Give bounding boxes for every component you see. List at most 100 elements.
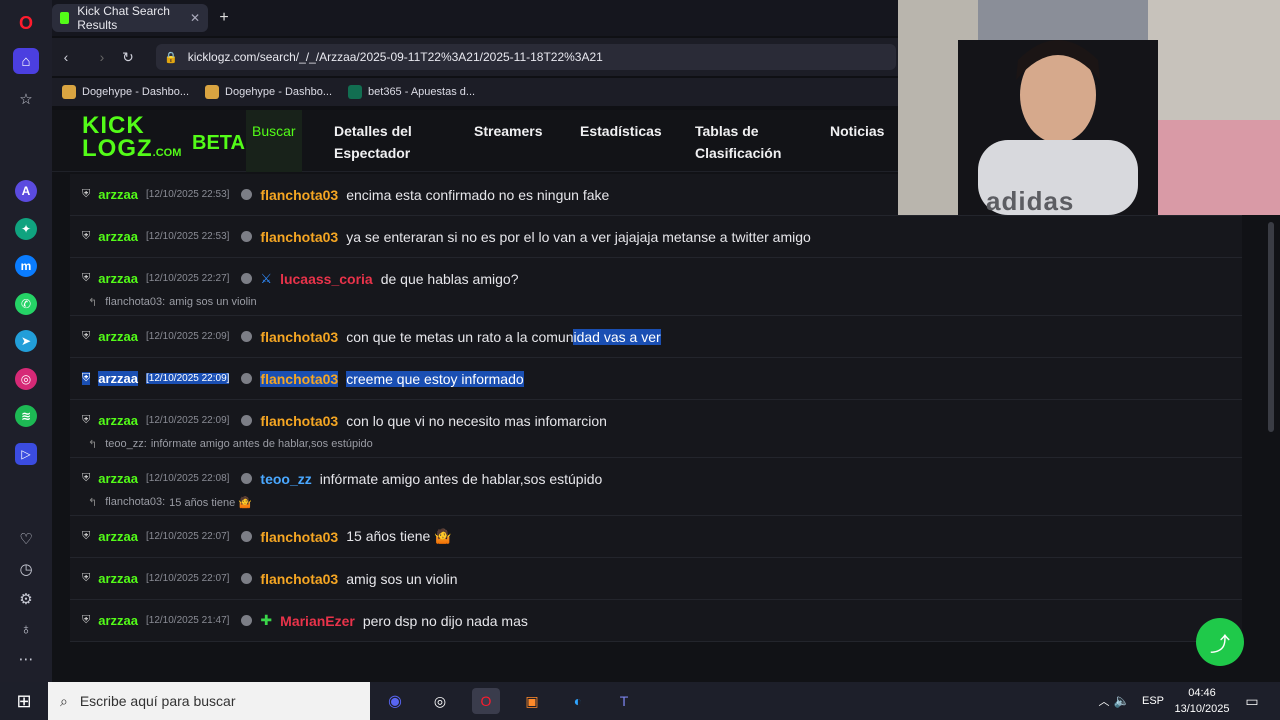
reply-context: ↰ teoo_zz: infórmate amigo antes de habl… bbox=[70, 431, 1242, 457]
moderator-badge-icon: ⛨ bbox=[82, 530, 91, 542]
discord-icon[interactable]: ◉ bbox=[381, 688, 409, 714]
opera-taskbar-icon[interactable]: O bbox=[472, 688, 500, 714]
bookmark-item[interactable]: bet365 - Apuestas d... bbox=[348, 85, 475, 99]
message-text: de que hablas amigo? bbox=[380, 270, 519, 287]
nav-noticias[interactable]: Noticias bbox=[830, 120, 884, 142]
sender-name[interactable]: teoo_zz bbox=[260, 471, 311, 487]
chat-message: ⛨ arzzaa [12/10/2025 22:09] flanchota03 … bbox=[70, 358, 1242, 400]
chatgpt-icon[interactable]: ✦ bbox=[15, 218, 37, 240]
kicklogz-logo[interactable]: KICK LOGZ.COM bbox=[82, 114, 181, 166]
channel-name[interactable]: arzzaa bbox=[98, 471, 138, 486]
channel-name[interactable]: arzzaa bbox=[98, 229, 138, 244]
channel-name[interactable]: arzzaa bbox=[98, 187, 138, 202]
close-tab-icon[interactable]: ✕ bbox=[190, 11, 200, 25]
reply-arrow-icon: ↰ bbox=[88, 496, 98, 509]
channel-name[interactable]: arzzaa bbox=[98, 613, 138, 628]
more-icon[interactable]: ⋯ bbox=[13, 646, 39, 672]
reply-text: 15 años tiene 🤷 bbox=[169, 496, 252, 509]
clock[interactable]: 04:46 13/10/2025 bbox=[1166, 685, 1238, 717]
nav-buscar[interactable]: Buscar bbox=[246, 110, 302, 172]
nav-tablas-clasificacion[interactable]: Tablas de Clasificación bbox=[695, 120, 781, 164]
nav-detalles-espectador[interactable]: Detalles del Espectador bbox=[334, 120, 412, 164]
lock-icon: 🔒 bbox=[164, 51, 178, 64]
channel-name[interactable]: arzzaa bbox=[98, 271, 138, 286]
notifications-icon[interactable]: ▭ bbox=[1238, 688, 1266, 714]
back-icon[interactable]: ‹ bbox=[56, 47, 76, 67]
spotify-icon[interactable]: ≋ bbox=[15, 405, 37, 427]
star-icon[interactable]: ☆ bbox=[13, 86, 39, 112]
obs-icon[interactable]: ◎ bbox=[426, 688, 454, 714]
history-icon[interactable]: ◷ bbox=[13, 556, 39, 582]
sender-name[interactable]: flanchota03 bbox=[260, 571, 338, 587]
nav-estadisticas[interactable]: Estadísticas bbox=[580, 120, 662, 142]
aria-icon[interactable]: A bbox=[15, 180, 37, 202]
lightbulb-icon[interactable]: ♁ bbox=[13, 616, 39, 642]
new-tab-icon[interactable]: + bbox=[214, 8, 234, 28]
bet365-icon bbox=[348, 85, 363, 99]
moderator-badge-icon: ⛨ bbox=[82, 414, 91, 426]
sender-name[interactable]: flanchota03 bbox=[260, 329, 338, 345]
volume-icon[interactable]: 🔈 bbox=[1108, 688, 1136, 714]
home-icon[interactable]: ⌂ bbox=[13, 48, 39, 74]
opera-logo-icon[interactable]: O bbox=[13, 10, 39, 36]
message-text: amig sos un violin bbox=[346, 570, 458, 587]
sender-name[interactable]: flanchota03 bbox=[260, 529, 338, 545]
sender-name[interactable]: MarianEzer bbox=[280, 613, 355, 629]
language-indicator[interactable]: ESP bbox=[1136, 688, 1170, 714]
tab-bar: Kick Chat Search Results ✕ + bbox=[52, 0, 900, 36]
user-status-icon bbox=[241, 573, 253, 584]
teams-icon[interactable]: T bbox=[610, 688, 638, 714]
user-status-icon bbox=[241, 615, 253, 626]
chat-message: ⛨ arzzaa [12/10/2025 22:53] flanchota03 … bbox=[70, 216, 1242, 258]
sender-name[interactable]: flanchota03 bbox=[260, 229, 338, 245]
channel-name[interactable]: arzzaa bbox=[98, 571, 138, 586]
forward-icon[interactable]: › bbox=[92, 47, 112, 67]
kick-favicon-icon bbox=[60, 12, 70, 24]
channel-name[interactable]: arzzaa bbox=[98, 413, 138, 428]
player-icon[interactable]: ▷ bbox=[15, 443, 37, 465]
message-text: 15 años tiene 🤷 bbox=[346, 528, 452, 544]
bookmark-item[interactable]: Dogehype - Dashbo... bbox=[62, 85, 189, 99]
office-icon[interactable]: ▣ bbox=[518, 688, 546, 714]
whatsapp-icon[interactable]: ✆ bbox=[15, 293, 37, 315]
url-field[interactable]: 🔒 kicklogz.com/search/_/_/Arzzaa/2025-09… bbox=[156, 44, 896, 70]
nav-streamers[interactable]: Streamers bbox=[474, 120, 543, 142]
moderator-badge-icon: ⛨ bbox=[82, 230, 91, 242]
message-text: ya se enteraran si no es por el lo van a… bbox=[346, 228, 811, 245]
taskbar-search[interactable]: ⌕ Escribe aquí para buscar bbox=[48, 682, 370, 720]
reload-icon[interactable]: ↻ bbox=[118, 47, 138, 67]
timestamp: [12/10/2025 22:08] bbox=[146, 473, 230, 484]
bookmark-item[interactable]: Dogehype - Dashbo... bbox=[205, 85, 332, 99]
moderator-badge-icon: ⛨ bbox=[82, 272, 91, 284]
edge-icon[interactable]: ◐ bbox=[564, 688, 592, 714]
tab-active[interactable]: Kick Chat Search Results ✕ bbox=[52, 4, 208, 32]
sender-name[interactable]: lucaass_coria bbox=[280, 271, 373, 287]
url-text: kicklogz.com/search/_/_/Arzzaa/2025-09-1… bbox=[187, 50, 603, 64]
messenger-icon[interactable]: m bbox=[15, 255, 37, 277]
timestamp: [12/10/2025 22:07] bbox=[146, 531, 230, 542]
windows-start-icon[interactable]: ⊞ bbox=[10, 688, 38, 714]
reply-context: ↰ flanchota03: amig sos un violin bbox=[70, 289, 1242, 315]
channel-name[interactable]: arzzaa bbox=[98, 529, 138, 544]
chat-message: ⛨ arzzaa [12/10/2025 22:07] flanchota03 … bbox=[70, 558, 1242, 600]
user-status-icon bbox=[241, 415, 253, 426]
message-text: con que te metas un rato a la comunidad … bbox=[346, 328, 661, 345]
windows-taskbar: ⊞ ⌕ Escribe aquí para buscar ◉ ◎ O ▣ ◐ T… bbox=[0, 682, 1280, 720]
chat-message: ⛨ arzzaa [12/10/2025 22:09] flanchota03 … bbox=[70, 316, 1242, 358]
telegram-icon[interactable]: ➤ bbox=[15, 330, 37, 352]
settings-icon[interactable]: ⚙ bbox=[13, 586, 39, 612]
sender-name[interactable]: flanchota03 bbox=[260, 187, 338, 203]
page-scrollbar[interactable] bbox=[1268, 222, 1274, 432]
instagram-icon[interactable]: ◎ bbox=[15, 368, 37, 390]
share-button[interactable]: ⤴ bbox=[1196, 618, 1244, 666]
sender-name[interactable]: flanchota03 bbox=[260, 370, 339, 387]
heart-icon[interactable]: ♡ bbox=[13, 526, 39, 552]
channel-name[interactable]: arzzaa bbox=[98, 371, 138, 386]
address-bar-area: ‹ › ↻ 🔒 kicklogz.com/search/_/_/Arzzaa/2… bbox=[52, 38, 900, 76]
shirt-logo-text: adidas bbox=[986, 186, 1075, 215]
chat-message: ⛨ arzzaa [12/10/2025 22:07] flanchota03 … bbox=[70, 516, 1242, 558]
user-status-icon bbox=[241, 231, 253, 242]
sender-name[interactable]: flanchota03 bbox=[260, 413, 338, 429]
channel-name[interactable]: arzzaa bbox=[98, 329, 138, 344]
moderator-badge-icon: ⛨ bbox=[82, 572, 91, 584]
